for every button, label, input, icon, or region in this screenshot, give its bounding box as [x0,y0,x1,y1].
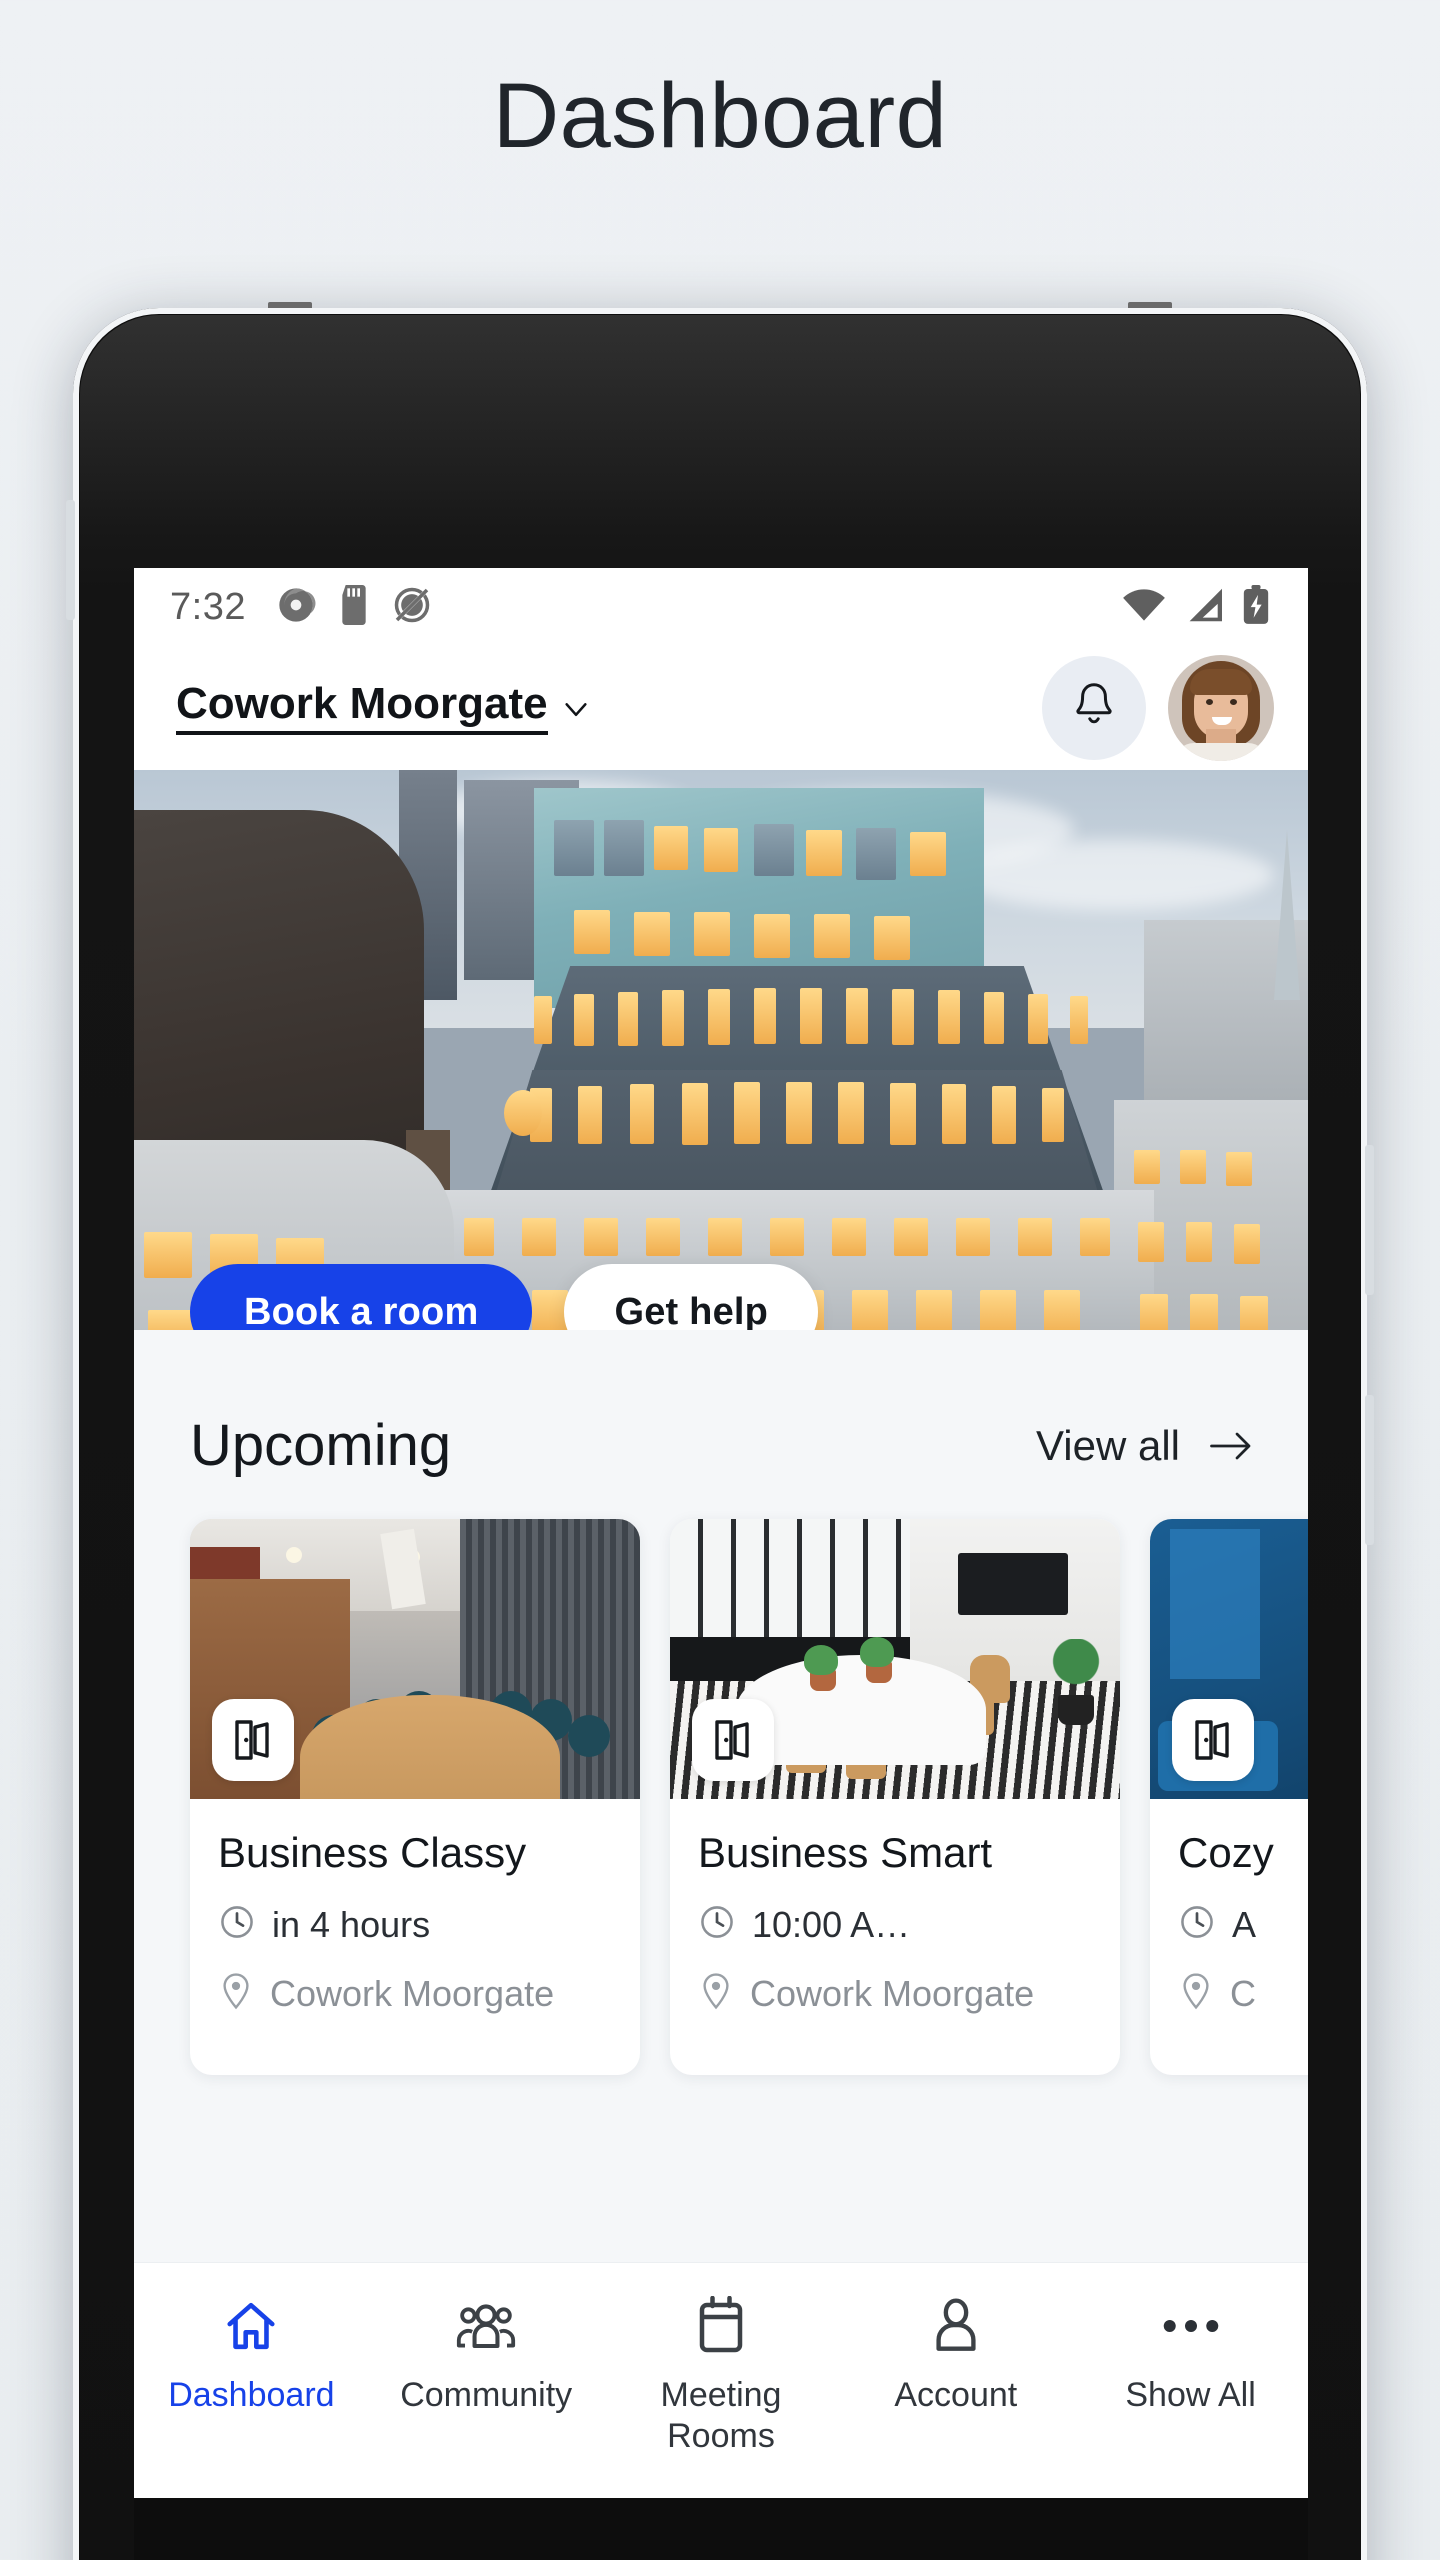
nav-item-dashboard[interactable]: Dashboard [134,2293,369,2416]
map-pin-icon [698,1972,734,2015]
book-a-room-button[interactable]: Book a room [190,1264,533,1330]
nav-item-meeting-rooms[interactable]: Meeting Rooms [604,2293,839,2458]
room-location: Cowork Moorgate [698,1972,1092,2015]
wifi-icon [1122,588,1166,627]
bezel-grill-left [268,302,312,312]
room-name: Cozy [1178,1829,1274,1876]
room-thumbnail [1150,1519,1308,1799]
room-thumbnail [670,1519,1120,1799]
ellipsis-icon [1162,2293,1220,2359]
list-item[interactable]: Cozy A C [1150,1519,1308,2075]
map-pin-icon [218,1972,254,2015]
room-name: Business Smart [698,1829,993,1876]
phone-volume-button[interactable] [1365,1145,1374,1295]
cellular-signal-icon [1184,587,1224,628]
nav-item-show-all[interactable]: Show All [1073,2293,1308,2416]
map-pin-icon [1178,1972,1214,2015]
room-location: C [1178,1972,1308,2015]
nav-label: Community [400,2376,573,2414]
room-time-text: A [1232,1903,1257,1945]
nav-label: Meeting Rooms [660,2376,782,2456]
bezel-grill-right [1128,302,1172,312]
avatar[interactable] [1168,655,1274,761]
phone-power-button[interactable] [1365,1395,1374,1545]
nav-item-account[interactable]: Account [838,2293,1073,2416]
arrow-right-icon [1210,1431,1252,1461]
nav-label: Account [894,2376,1018,2414]
section-title-upcoming: Upcoming [190,1413,452,1478]
room-time-text: 10:00 A… [752,1903,911,1945]
open-door-icon [1172,1699,1254,1781]
get-help-button[interactable]: Get help [564,1264,819,1330]
sync-disabled-icon [392,585,432,630]
app-header: Cowork Moorgate [134,646,1308,770]
nav-label: Show All [1125,2376,1256,2414]
room-name: Business Classy [218,1829,527,1876]
room-location: Cowork Moorgate [218,1972,612,2015]
hero-image: Book a room Get help [134,770,1308,1330]
location-name: Cowork Moorgate [176,681,548,735]
view-all-label: View all [1036,1421,1180,1469]
room-time: in 4 hours [218,1903,612,1946]
page-title: Dashboard [492,65,948,167]
room-thumbnail [190,1519,640,1799]
chevron-down-icon [562,695,590,723]
upcoming-cards-carousel[interactable]: Business Classy in 4 hours Cowork Moorga… [134,1519,1308,2075]
open-door-icon [212,1699,294,1781]
room-time-text: in 4 hours [272,1903,431,1945]
clock-icon [698,1903,736,1946]
room-location-text: Cowork Moorgate [270,1972,555,2014]
clock-icon [1178,1903,1216,1946]
phone-bottom-bezel [134,2498,1308,2560]
list-item[interactable]: Business Classy in 4 hours Cowork Moorga… [190,1519,640,2075]
room-location-text: Cowork Moorgate [750,1972,1035,2014]
upcoming-section-header: Upcoming View all [134,1412,1308,1479]
location-selector[interactable]: Cowork Moorgate [176,681,590,735]
hero-action-buttons: Book a room Get help [134,1264,1308,1330]
status-bar-time: 7:32 [170,585,246,628]
room-time: A [1178,1903,1308,1946]
list-item[interactable]: Business Smart 10:00 A… Cowork Moorgate [670,1519,1120,2075]
view-all-button[interactable]: View all [1036,1422,1252,1470]
person-icon [930,2293,982,2359]
room-location-text: C [1230,1972,1256,2014]
phone-screen: 7:32 Cowork Moorgate Book a room Get hel… [134,568,1308,2498]
clock-icon [218,1903,256,1946]
room-time: 10:00 A… [698,1903,1092,1946]
camera-app-icon [276,585,316,630]
people-icon [455,2293,517,2359]
calendar-icon [695,2293,747,2359]
bell-icon [1070,680,1118,737]
phone-side-button-left[interactable] [66,500,75,620]
home-icon [221,2293,281,2359]
nav-item-community[interactable]: Community [369,2293,604,2416]
open-door-icon [692,1699,774,1781]
nav-label: Dashboard [168,2376,335,2414]
status-bar: 7:32 [134,568,1308,646]
bottom-navigation: Dashboard Community Meeting Rooms Accoun… [134,2262,1308,2498]
battery-charging-icon [1242,584,1270,630]
notifications-button[interactable] [1042,656,1146,760]
sd-card-icon [338,584,370,630]
